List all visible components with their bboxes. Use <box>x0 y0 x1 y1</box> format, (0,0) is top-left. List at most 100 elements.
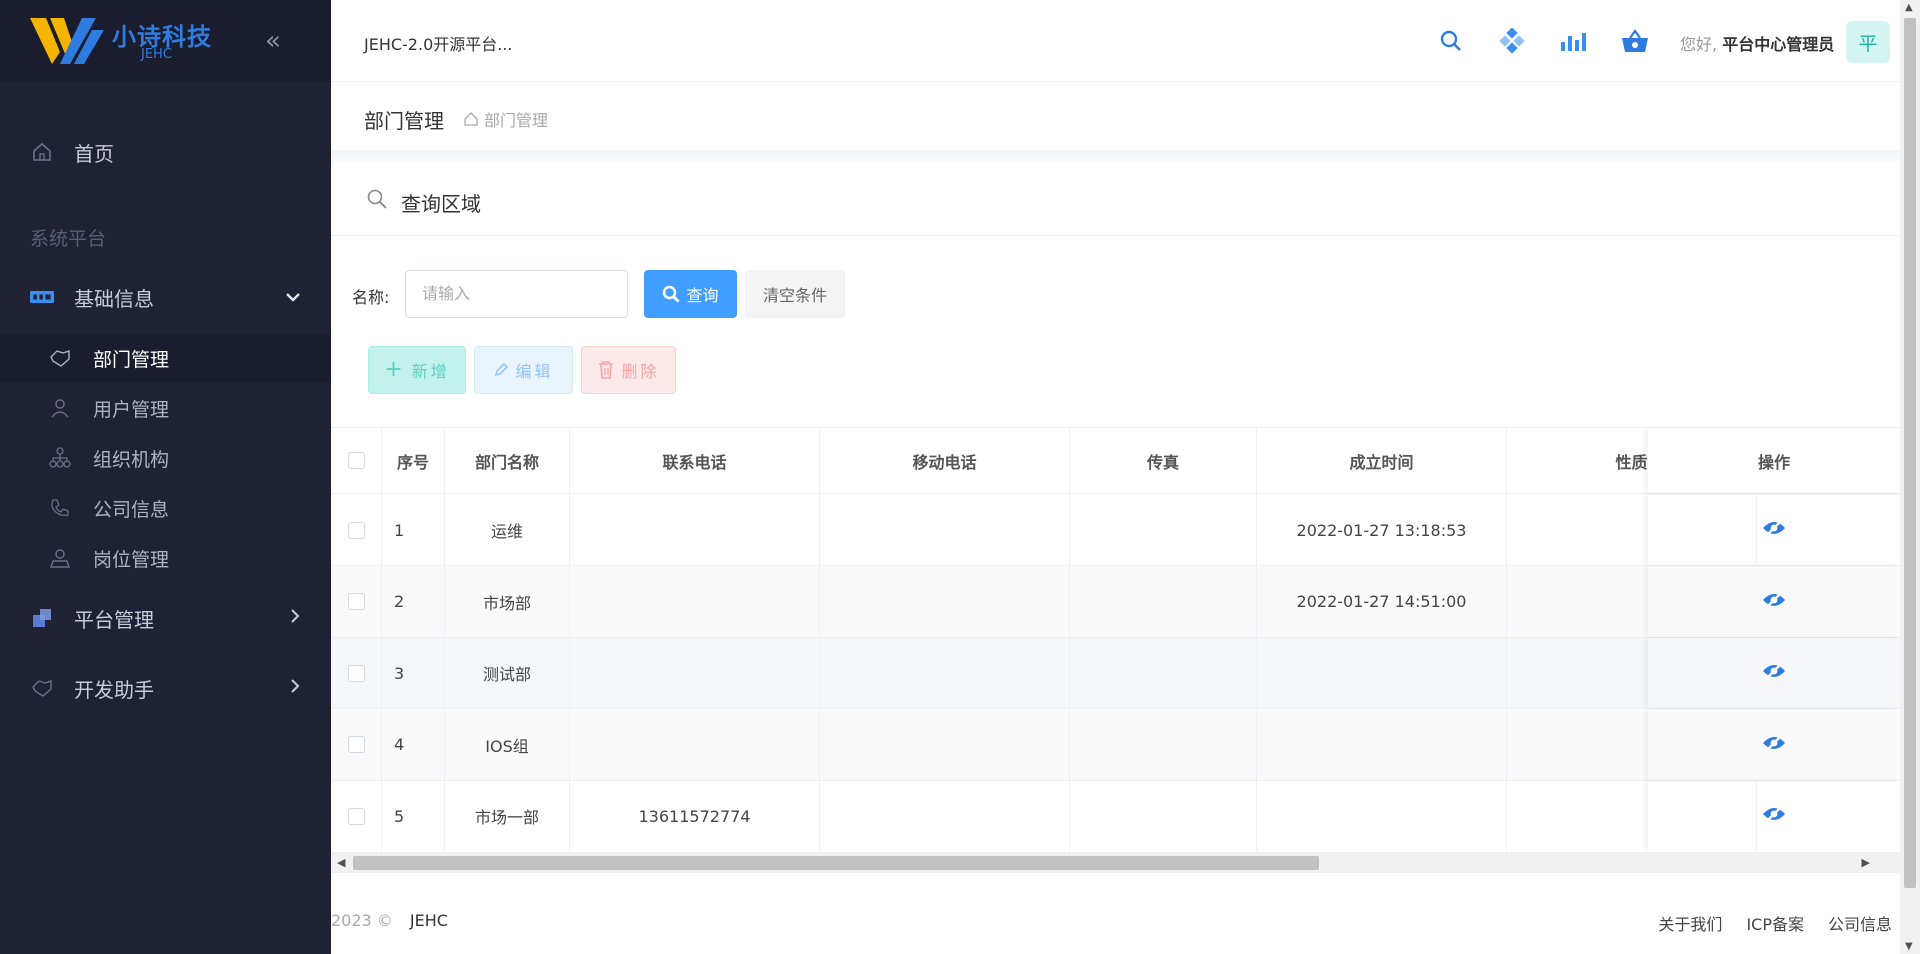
view-detail-icon[interactable] <box>1761 733 1787 756</box>
trash-icon <box>599 361 614 379</box>
scroll-right-arrow-icon[interactable]: ▶ <box>1862 856 1870 869</box>
table-row[interactable]: 5 市场一部 13611572774 <box>331 781 1900 851</box>
row-select-cell <box>331 638 382 708</box>
table-row[interactable]: 3 测试部 <box>331 638 1900 709</box>
view-detail-icon[interactable] <box>1761 590 1787 613</box>
footer-link-company[interactable]: 公司信息 <box>1828 911 1892 935</box>
top-header: JEHC-2.0开源平台... 您好, 平台中心管理员 平 <box>331 0 1900 82</box>
nav-group-basic-info[interactable]: 基础信息 <box>0 272 331 322</box>
chevron-down-icon <box>285 287 301 308</box>
delete-button-label: 删除 <box>621 362 660 381</box>
column-header[interactable]: 移动电话 <box>820 428 1070 493</box>
sidebar-item-department[interactable]: 部门管理 <box>0 334 331 382</box>
view-detail-icon[interactable] <box>1761 662 1787 684</box>
chevron-right-icon <box>289 608 301 629</box>
row-checkbox[interactable] <box>347 736 365 753</box>
vertical-scrollbar[interactable]: ▲ ▼ <box>1900 0 1920 954</box>
nav-item-home[interactable]: 首页 <box>0 127 331 177</box>
sidebar-item-label: 部门管理 <box>93 348 170 371</box>
table-cell-phone: 13611572774 <box>570 781 820 851</box>
view-detail-icon[interactable] <box>1761 519 1787 541</box>
brand-logo-icon <box>30 18 104 64</box>
table-cell-name: IOS组 <box>445 709 570 780</box>
footer-brand[interactable]: JEHC <box>410 911 448 930</box>
operations-cell <box>1648 495 1900 565</box>
user-name[interactable]: 平台中心管理员 <box>1722 35 1834 54</box>
bar-chart-icon[interactable] <box>1556 24 1590 58</box>
operations-header: 操作 <box>1648 428 1900 493</box>
add-button[interactable]: + 新增 <box>368 346 466 394</box>
id-card-icon <box>30 285 54 309</box>
user-greeting: 您好, 平台中心管理员 <box>1680 31 1834 55</box>
phone-icon <box>48 496 72 520</box>
nav-section-title: 系统平台 <box>30 228 107 250</box>
name-label: 名称: <box>352 288 390 307</box>
row-operations <box>1648 781 1900 851</box>
view-detail-icon[interactable] <box>1761 805 1787 827</box>
chevron-right-icon <box>289 678 301 699</box>
breadcrumb-item[interactable]: 部门管理 <box>484 107 548 131</box>
horizontal-scrollbar[interactable]: ◀ ▶ <box>331 852 1900 873</box>
nav-group-platform[interactable]: 平台管理 <box>0 593 331 643</box>
query-button[interactable]: 查询 <box>644 270 737 318</box>
table-header: 序号 部门名称 联系电话 移动电话 传真 成立时间 性质 操作 <box>331 427 1900 494</box>
edit-button[interactable]: 编辑 <box>474 346 573 394</box>
page-title: 部门管理 <box>364 109 444 133</box>
scroll-up-arrow-icon[interactable]: ▲ <box>1905 2 1913 13</box>
column-header[interactable]: 传真 <box>1070 428 1257 493</box>
collapse-sidebar-button[interactable]: « <box>258 26 288 56</box>
query-panel-title: 查询区域 <box>401 192 481 216</box>
basket-icon[interactable] <box>1618 24 1652 58</box>
delete-button[interactable]: 删除 <box>581 346 676 394</box>
scroll-left-arrow-icon[interactable]: ◀ <box>337 856 345 869</box>
table-cell-phone <box>570 495 820 565</box>
row-select-cell <box>331 566 382 637</box>
table-cell-fax <box>1070 638 1257 708</box>
table-cell-created <box>1257 781 1507 851</box>
column-header[interactable]: 成立时间 <box>1257 428 1507 493</box>
name-search-input[interactable]: 请输入 <box>405 270 628 318</box>
query-button-label: 查询 <box>686 286 719 305</box>
row-checkbox[interactable] <box>347 593 365 610</box>
platform-icon <box>30 606 54 630</box>
org-chart-icon <box>48 446 72 470</box>
vertical-scroll-thumb[interactable] <box>1904 18 1916 888</box>
sidebar-item-label: 用户管理 <box>93 398 170 421</box>
search-icon[interactable] <box>1434 24 1468 58</box>
apps-icon[interactable] <box>1495 24 1529 58</box>
operations-cell <box>1648 567 1900 637</box>
sidebar-item-organization[interactable]: 组织机构 <box>0 434 331 482</box>
column-header[interactable]: 联系电话 <box>570 428 820 493</box>
select-all-cell <box>331 428 382 493</box>
table-cell-no: 2 <box>382 566 445 637</box>
footer-copyright: 2023 © JEHC <box>331 911 448 930</box>
footer-link-icp[interactable]: ICP备案 <box>1746 911 1804 935</box>
column-header[interactable]: 序号 <box>382 428 445 493</box>
nav-home-label: 首页 <box>74 141 114 166</box>
footer-link-about[interactable]: 关于我们 <box>1658 911 1722 935</box>
row-checkbox[interactable] <box>347 664 365 682</box>
row-checkbox[interactable] <box>347 521 365 539</box>
table-cell-name: 市场部 <box>445 566 570 637</box>
select-all-checkbox[interactable] <box>347 452 365 469</box>
row-operations <box>1648 638 1900 708</box>
clear-conditions-button[interactable]: 清空条件 <box>745 270 845 318</box>
table-cell-created: 2022-01-27 13:18:53 <box>1257 495 1507 565</box>
avatar[interactable]: 平 <box>1846 21 1890 63</box>
sidebar-item-positions[interactable]: 岗位管理 <box>0 534 331 582</box>
edit-button-label: 编辑 <box>515 362 554 381</box>
table-row[interactable]: 4 IOS组 <box>331 709 1900 781</box>
nav-group-label: 基础信息 <box>74 286 154 311</box>
sidebar-item-label: 公司信息 <box>93 498 170 521</box>
site-title[interactable]: JEHC-2.0开源平台... <box>364 31 513 55</box>
nav-group-dev-assistant[interactable]: 开发助手 <box>0 663 331 713</box>
sidebar-item-company[interactable]: 公司信息 <box>0 484 331 532</box>
table-row[interactable]: 2 市场部 2022-01-27 14:51:00 <box>331 566 1900 638</box>
column-header[interactable]: 部门名称 <box>445 428 570 493</box>
horizontal-scroll-thumb[interactable] <box>353 856 1319 870</box>
sidebar-item-users[interactable]: 用户管理 <box>0 384 331 432</box>
department-table: 序号 部门名称 联系电话 移动电话 传真 成立时间 性质 操作 1 运维 2022-… <box>331 427 1900 851</box>
row-checkbox[interactable] <box>347 807 365 825</box>
scroll-down-arrow-icon[interactable]: ▼ <box>1905 941 1913 952</box>
table-row[interactable]: 1 运维 2022-01-27 13:18:53 <box>331 495 1900 566</box>
